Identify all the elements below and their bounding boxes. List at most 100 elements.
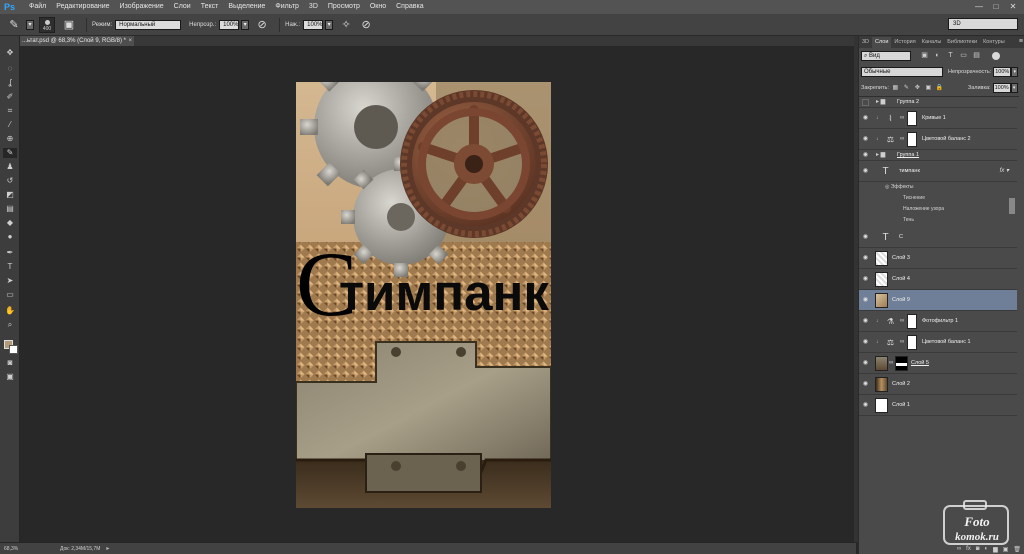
menu-file[interactable]: Файл xyxy=(24,0,51,14)
pressure-size-icon[interactable]: ⊘ xyxy=(358,17,374,33)
filter-smart-icon[interactable]: ▤ xyxy=(971,51,982,61)
menu-help[interactable]: Справка xyxy=(391,0,428,14)
filter-adjustment-icon[interactable]: ◐ xyxy=(932,51,943,61)
eye-icon[interactable]: ◉ xyxy=(861,233,870,241)
layer-row[interactable]: ◉ Слой 2 xyxy=(859,374,1017,395)
visibility-off-icon[interactable] xyxy=(862,99,869,106)
brush-size-picker[interactable]: 400 xyxy=(39,16,55,33)
dodge-tool-icon[interactable]: ● xyxy=(3,232,17,242)
layer-mask-thumb[interactable] xyxy=(907,132,917,147)
layer-row[interactable]: ◉ Слой 4 xyxy=(859,269,1017,290)
background-color-swatch[interactable] xyxy=(9,345,18,354)
layer-row[interactable]: ◉ ↓ ⚖ ∞ Цветовой баланс 1 xyxy=(859,332,1017,353)
quick-mask-icon[interactable]: ◙ xyxy=(3,358,17,368)
eraser-tool-icon[interactable]: ◩ xyxy=(3,190,17,200)
effect-pattern-overlay[interactable]: Наложение узора xyxy=(903,204,944,215)
brush-tool-icon[interactable]: ✎ xyxy=(6,17,22,33)
move-tool-icon[interactable]: ✥ xyxy=(3,48,17,58)
fx-icon[interactable]: fx ▾ xyxy=(1000,161,1009,182)
workspace-select[interactable]: 3D xyxy=(948,18,1018,30)
eye-icon[interactable]: ◉ xyxy=(861,380,870,388)
eye-icon[interactable]: ◉ xyxy=(861,401,870,409)
shape-tool-icon[interactable]: ▭ xyxy=(3,290,17,300)
fill-dropdown[interactable]: ▾ xyxy=(1010,83,1018,93)
crop-tool-icon[interactable]: ⌗ xyxy=(3,106,17,116)
layer-opacity-dropdown[interactable]: ▾ xyxy=(1011,67,1019,77)
layer-row[interactable]: ◉ Слой 3 xyxy=(859,248,1017,269)
marquee-tool-icon[interactable]: ◌ xyxy=(3,64,17,74)
tab-history[interactable]: История xyxy=(891,37,918,48)
minimize-button[interactable]: — xyxy=(972,1,986,12)
opacity-dropdown[interactable]: ▾ xyxy=(241,19,250,30)
layer-row-selected[interactable]: ◉ Слой 9 xyxy=(859,290,1017,311)
flow-dropdown[interactable]: ▾ xyxy=(325,19,334,30)
eye-icon[interactable]: ◉ xyxy=(861,275,870,283)
layer-mask-thumb[interactable] xyxy=(907,111,917,126)
layer-mask-thumb[interactable] xyxy=(907,314,917,329)
eyedropper-tool-icon[interactable]: ⁄ xyxy=(3,120,17,130)
lock-transparency-icon[interactable]: ▦ xyxy=(891,84,900,93)
screen-mode-icon[interactable]: ▣ xyxy=(3,372,17,382)
eye-icon[interactable]: ◉ xyxy=(861,135,870,143)
quick-select-tool-icon[interactable]: ✐ xyxy=(3,92,17,102)
brush-tool-icon[interactable]: ✎ xyxy=(3,148,17,158)
menu-filter[interactable]: Фильтр xyxy=(270,0,304,14)
stamp-tool-icon[interactable]: ♟ xyxy=(3,162,17,172)
layer-thumbnail[interactable] xyxy=(875,293,888,308)
menu-select[interactable]: Выделение xyxy=(223,0,270,14)
lasso-tool-icon[interactable]: ʆ xyxy=(3,78,17,88)
layer-row[interactable]: ◉ T С xyxy=(859,227,1017,248)
blend-mode-select[interactable]: Обычные xyxy=(861,67,943,77)
gradient-tool-icon[interactable]: ▤ xyxy=(3,204,17,214)
layer-row[interactable]: ◉ ▸ ▆ Группа 1 xyxy=(859,150,1017,161)
path-select-tool-icon[interactable]: ➤ xyxy=(3,276,17,286)
layer-row[interactable]: ◉ ↓ ⚖ ∞ Цветовой баланс 2 xyxy=(859,129,1017,150)
tab-libraries[interactable]: Библиотеки xyxy=(944,37,980,48)
layer-thumbnail[interactable] xyxy=(875,272,888,287)
eye-icon[interactable]: ◉ xyxy=(861,114,870,122)
filter-type-icon[interactable]: T xyxy=(945,51,956,61)
layer-mask-thumb[interactable] xyxy=(895,356,908,371)
layer-thumbnail[interactable] xyxy=(875,398,888,413)
hand-tool-icon[interactable]: ✋ xyxy=(3,306,17,316)
eye-icon[interactable]: ◉ xyxy=(861,317,870,325)
close-button[interactable]: ✕ xyxy=(1006,1,1020,12)
layer-thumbnail[interactable] xyxy=(875,251,888,266)
blur-tool-icon[interactable]: ◆ xyxy=(3,218,17,228)
layers-scrollbar[interactable] xyxy=(1009,198,1015,214)
zoom-tool-icon[interactable]: ⌕ xyxy=(3,320,17,330)
layer-thumbnail[interactable] xyxy=(875,377,888,392)
document-canvas[interactable]: С тимпанк xyxy=(296,82,551,508)
menu-edit[interactable]: Редактирование xyxy=(51,0,114,14)
layer-opacity-input[interactable]: 100% xyxy=(993,67,1012,77)
effects-header[interactable]: ◎ Эффекты xyxy=(885,182,914,193)
menu-3d[interactable]: 3D xyxy=(304,0,323,14)
menu-layers[interactable]: Слои xyxy=(169,0,196,14)
filter-shape-icon[interactable]: ▭ xyxy=(958,51,969,61)
flow-input[interactable]: 100% xyxy=(303,19,324,30)
fill-input[interactable]: 100% xyxy=(992,83,1011,93)
eye-icon[interactable]: ◉ xyxy=(861,359,870,367)
filter-toggle[interactable] xyxy=(992,52,1000,60)
status-menu-icon[interactable]: ▸ xyxy=(106,545,109,552)
maximize-button[interactable]: □ xyxy=(989,1,1003,12)
lock-pixels-icon[interactable]: ✎ xyxy=(902,84,911,93)
layer-row[interactable]: ◉ ∞ Слой 5 xyxy=(859,353,1017,374)
layer-row[interactable]: ◉ ↓ ⚗ ∞ Фотофильтр 1 xyxy=(859,311,1017,332)
menu-window[interactable]: Окно xyxy=(365,0,391,14)
effect-bevel[interactable]: Тиснение xyxy=(903,193,925,204)
airbrush-icon[interactable]: ✧ xyxy=(338,17,354,33)
type-tool-icon[interactable]: T xyxy=(3,262,17,272)
lock-artboard-icon[interactable]: ▣ xyxy=(924,84,933,93)
eye-icon[interactable]: ◉ xyxy=(861,151,870,159)
lock-all-icon[interactable]: 🔒 xyxy=(935,84,944,93)
opacity-input[interactable]: 100% xyxy=(219,19,240,30)
eye-icon[interactable]: ◉ xyxy=(861,338,870,346)
menu-text[interactable]: Текст xyxy=(196,0,224,14)
layer-row[interactable]: ▸ ▆ Группа 2 xyxy=(859,97,1017,108)
eye-icon[interactable]: ◉ xyxy=(861,296,870,304)
layer-thumbnail[interactable] xyxy=(875,356,888,371)
pen-tool-icon[interactable]: ✒ xyxy=(3,248,17,258)
pressure-opacity-icon[interactable]: ⊘ xyxy=(254,17,270,33)
tab-paths[interactable]: Контуры xyxy=(980,37,1008,48)
